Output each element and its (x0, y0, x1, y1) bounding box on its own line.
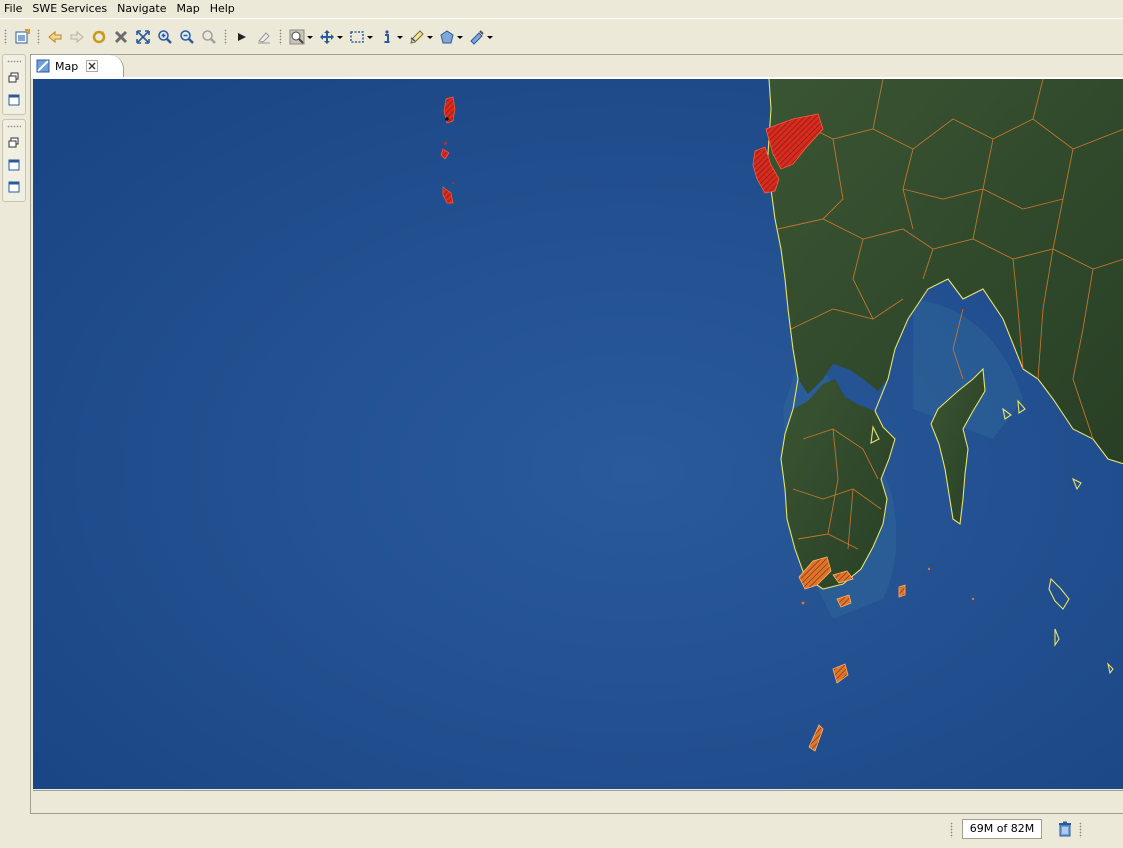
trim-group (2, 54, 26, 115)
restore-icon (8, 137, 19, 148)
zoom-tool-button[interactable] (287, 27, 315, 47)
select-tool-icon (350, 31, 364, 43)
chevron-down-icon[interactable] (307, 36, 313, 39)
view-icon (8, 159, 20, 171)
plugin-tool-icon (470, 30, 484, 45)
map-image[interactable] (33, 79, 1123, 789)
zoom-extent-icon (136, 30, 150, 44)
main-toolbar (0, 24, 1123, 50)
zoom-extent-button[interactable] (133, 27, 153, 47)
stop-icon (114, 30, 128, 44)
menu-bar: File SWE Services Navigate Map Help (0, 0, 1123, 18)
tab-map[interactable]: Map (31, 55, 124, 77)
select-tool-button[interactable] (347, 27, 375, 47)
back-button[interactable] (45, 27, 65, 47)
chevron-down-icon[interactable] (487, 36, 493, 39)
refresh-button[interactable] (89, 27, 109, 47)
back-icon (48, 30, 62, 44)
menu-help[interactable]: Help (205, 0, 240, 18)
eraser-icon (258, 32, 270, 44)
chevron-down-icon[interactable] (367, 36, 373, 39)
trim-grip[interactable] (7, 60, 21, 63)
chevron-down-icon[interactable] (397, 36, 403, 39)
pan-tool-icon (320, 30, 334, 44)
toolbar-grip[interactable] (37, 29, 40, 45)
zoom-out-icon (180, 30, 194, 44)
edit-tool-button[interactable] (407, 27, 435, 47)
trim-grip[interactable] (7, 125, 21, 128)
tab-map-label: Map (55, 59, 79, 73)
heap-status: 69M of 82M (962, 819, 1042, 839)
next-button[interactable] (232, 27, 252, 47)
toolbar-grip[interactable] (4, 29, 7, 45)
zoom-in-icon (158, 30, 172, 44)
small-island (898, 584, 906, 598)
zoom-selection-button[interactable] (199, 27, 219, 47)
refresh-icon (92, 30, 106, 44)
zoom-selection-icon (202, 30, 216, 44)
map-editor: Map (30, 54, 1123, 814)
left-trim-stack (2, 54, 26, 206)
zoom-out-button[interactable] (177, 27, 197, 47)
chevron-down-icon[interactable] (457, 36, 463, 39)
view-button[interactable] (5, 91, 23, 109)
info-tool-icon (384, 30, 390, 43)
restore-view-button[interactable] (5, 69, 23, 87)
editor-tabbar: Map (31, 55, 1123, 77)
shape-tool-button[interactable] (437, 27, 465, 47)
restore-icon (8, 72, 19, 83)
trim-group (2, 119, 26, 202)
view-button[interactable] (5, 178, 23, 196)
map-footer (33, 790, 1123, 813)
new-layer-icon (15, 29, 30, 44)
chevron-down-icon[interactable] (427, 36, 433, 39)
shape-tool-icon (440, 30, 454, 44)
trash-icon (1059, 821, 1071, 837)
map-canvas[interactable] (33, 79, 1123, 789)
status-bar: 69M of 82M (0, 818, 1123, 842)
view-button[interactable] (5, 156, 23, 174)
toolbar-grip[interactable] (224, 29, 227, 45)
edit-tool-icon (410, 30, 424, 44)
view-icon (8, 181, 20, 193)
view-icon (8, 94, 20, 106)
menubar-divider (0, 18, 1123, 19)
menu-file[interactable]: File (0, 0, 27, 18)
forward-button[interactable] (67, 27, 87, 47)
status-grip[interactable] (1079, 822, 1082, 838)
forward-icon (70, 30, 84, 44)
eraser-button[interactable] (254, 27, 274, 47)
chevron-down-icon[interactable] (337, 36, 343, 39)
new-layer-button[interactable] (12, 27, 32, 47)
zoom-tool-icon (289, 29, 305, 45)
toolbar-grip[interactable] (279, 29, 282, 45)
restore-view-button[interactable] (5, 134, 23, 152)
garbage-collect-button[interactable] (1056, 820, 1074, 838)
menu-navigate[interactable]: Navigate (112, 0, 171, 18)
menu-map[interactable]: Map (171, 0, 204, 18)
info-tool-button[interactable] (377, 27, 405, 47)
zoom-in-button[interactable] (155, 27, 175, 47)
status-grip[interactable] (950, 822, 953, 838)
pan-tool-button[interactable] (317, 27, 345, 47)
menu-swe-services[interactable]: SWE Services (27, 0, 112, 18)
map-icon (36, 59, 50, 73)
plugin-tool-button[interactable] (467, 27, 495, 47)
next-icon (238, 33, 246, 41)
stop-button[interactable] (111, 27, 131, 47)
close-icon[interactable] (86, 60, 99, 72)
